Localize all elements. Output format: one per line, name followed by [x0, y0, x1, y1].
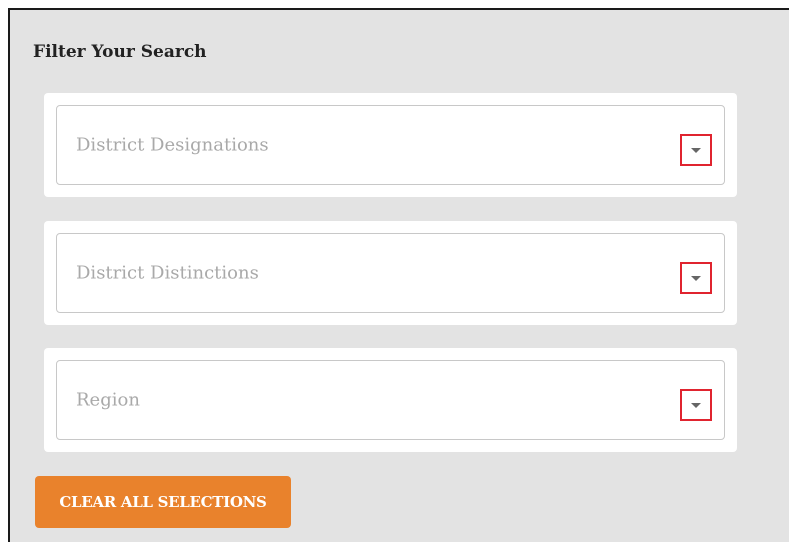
filter-panel: Filter Your Search District Designations… — [8, 8, 789, 542]
select-placeholder: District Designations — [76, 134, 269, 156]
caret-down-icon — [691, 148, 701, 153]
dropdown-arrow-button[interactable] — [680, 134, 712, 166]
filter-card-district-distinctions: District Distinctions — [44, 221, 737, 325]
district-distinctions-select[interactable]: District Distinctions — [56, 233, 725, 313]
dropdown-arrow-button[interactable] — [680, 262, 712, 294]
region-select[interactable]: Region — [56, 360, 725, 440]
district-designations-select[interactable]: District Designations — [56, 105, 725, 185]
dropdown-arrow-button[interactable] — [680, 389, 712, 421]
select-placeholder: District Distinctions — [76, 262, 259, 284]
filter-card-district-designations: District Designations — [44, 93, 737, 197]
caret-down-icon — [691, 276, 701, 281]
caret-down-icon — [691, 403, 701, 408]
panel-title: Filter Your Search — [33, 42, 207, 62]
filter-card-region: Region — [44, 348, 737, 452]
select-placeholder: Region — [76, 389, 140, 411]
clear-all-selections-button[interactable]: CLEAR ALL SELECTIONS — [35, 476, 291, 528]
